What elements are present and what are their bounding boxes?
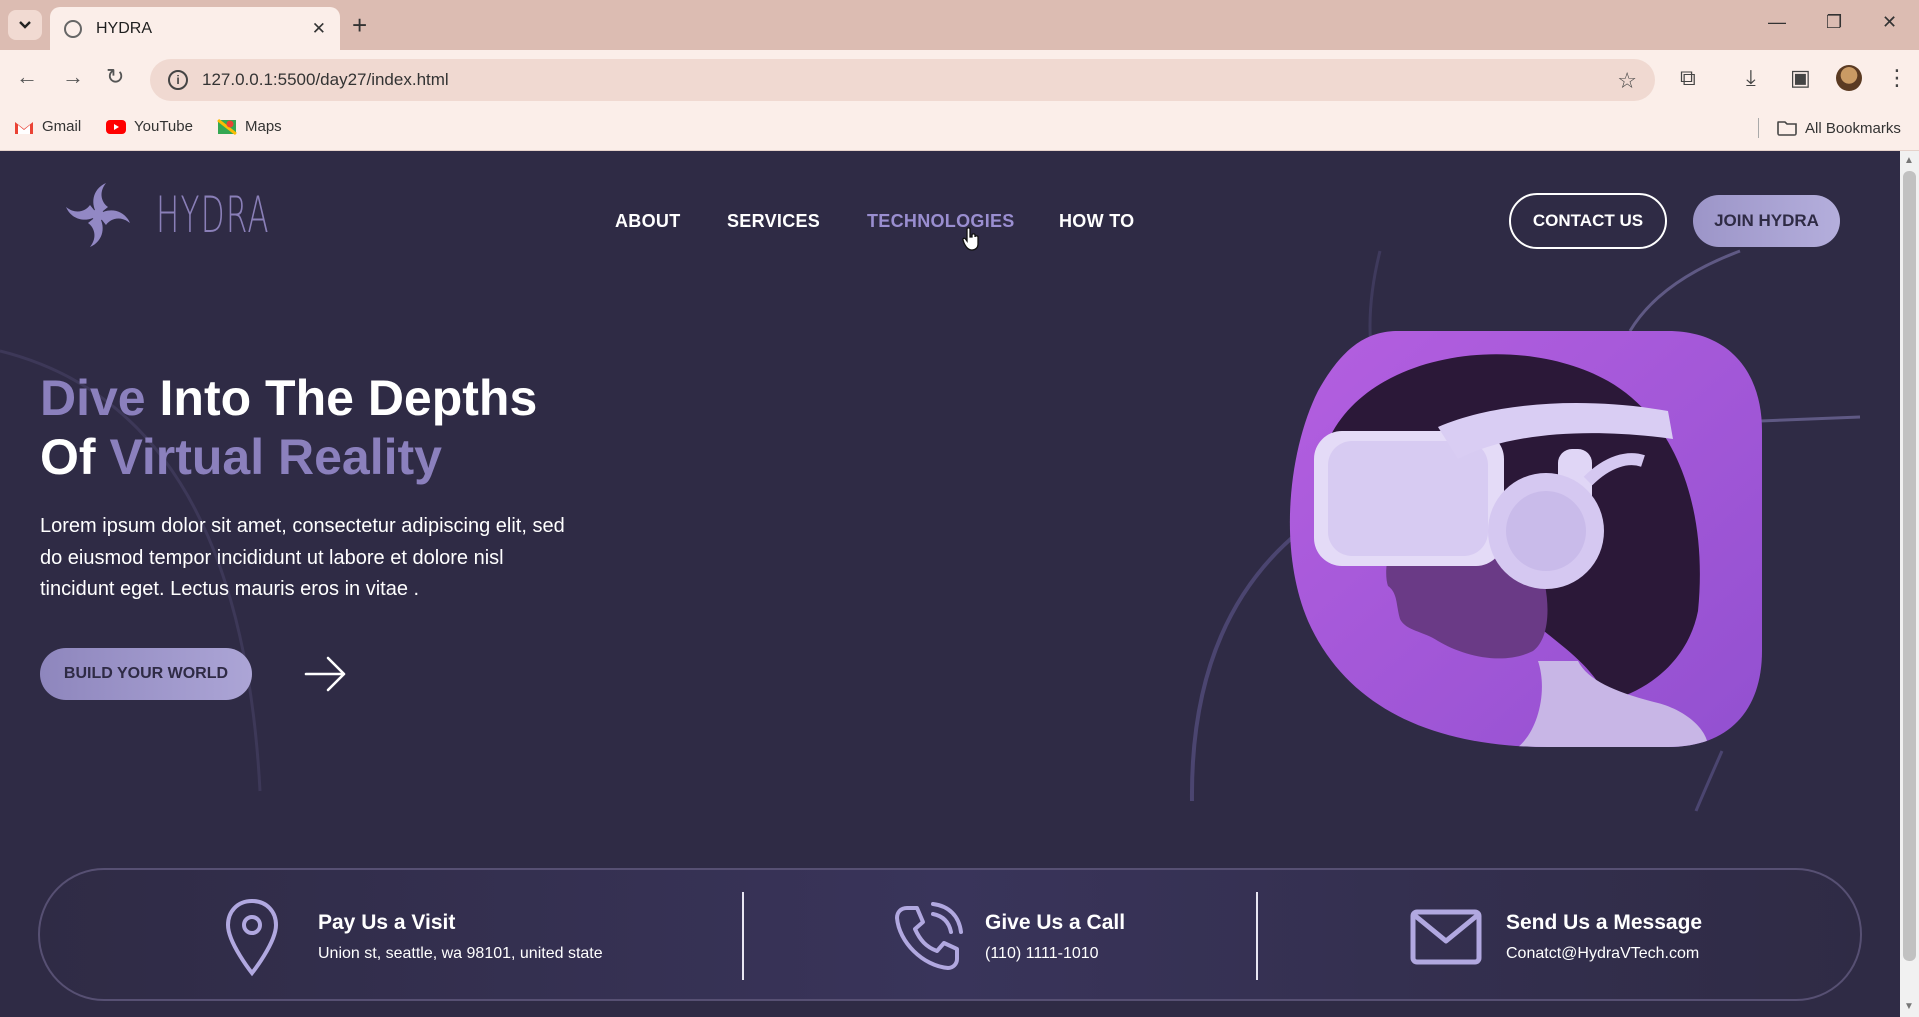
visit-title: Pay Us a Visit: [318, 910, 456, 934]
contact-us-button[interactable]: CONTACT US: [1509, 193, 1667, 249]
side-panel-icon[interactable]: ▣: [1790, 65, 1811, 91]
bookmark-youtube[interactable]: YouTube: [106, 118, 193, 135]
restore-icon[interactable]: ❐: [1826, 12, 1842, 33]
youtube-icon: [106, 119, 126, 134]
bookmark-label: Gmail: [42, 118, 82, 135]
profile-avatar[interactable]: [1836, 65, 1862, 91]
address-bar[interactable]: i 127.0.0.1:5500/day27/index.html ☆: [150, 59, 1655, 101]
site-info-icon[interactable]: i: [168, 70, 188, 90]
maps-icon: [217, 118, 237, 135]
page-scrollbar[interactable]: ▲ ▼: [1900, 151, 1919, 1017]
call-number[interactable]: (110) 1111-1010: [985, 945, 1125, 963]
tab-search-button[interactable]: [8, 10, 42, 40]
back-icon[interactable]: ←: [16, 64, 38, 90]
logo-text: HYDRA: [156, 186, 270, 244]
contact-divider: [742, 892, 744, 980]
phone-icon: [895, 901, 963, 970]
message-title: Send Us a Message: [1506, 910, 1703, 934]
hydra-logo-icon: [66, 183, 130, 247]
close-window-icon[interactable]: ✕: [1882, 12, 1897, 33]
page-viewport: HYDRA ABOUT SERVICES TECHNOLOGIES HOW TO…: [0, 151, 1900, 1017]
bookmark-gmail[interactable]: Gmail: [14, 118, 81, 135]
vr-headset-image: [1289, 331, 1762, 747]
hero-title-part: Of: [40, 429, 110, 485]
minimize-icon[interactable]: —: [1768, 12, 1786, 33]
nav-technologies[interactable]: TECHNOLOGIES: [867, 211, 1015, 232]
contact-info-bar: Pay Us a Visit Union st, seattle, wa 981…: [38, 868, 1862, 1001]
hero-title-accent: Dive: [40, 370, 146, 426]
bookmarks-divider: [1758, 118, 1759, 138]
call-info: Give Us a Call (110) 1111-1010: [893, 870, 1125, 1003]
all-bookmarks[interactable]: All Bookmarks: [1758, 118, 1901, 138]
chevron-down-icon: [19, 21, 31, 29]
arrow-right-icon[interactable]: [304, 655, 348, 693]
bookmark-maps[interactable]: Maps: [217, 118, 282, 135]
map-pin-icon: [225, 898, 279, 976]
new-tab-button[interactable]: +: [352, 10, 367, 40]
hero-description: Lorem ipsum dolor sit amet, consectetur …: [40, 515, 565, 600]
message-email[interactable]: Conatct@HydraVTech.com: [1506, 945, 1702, 963]
gmail-icon: [15, 121, 33, 134]
hydra-logo[interactable]: HYDRA: [62, 179, 340, 251]
browser-toolbar: ← → ↻ i 127.0.0.1:5500/day27/index.html …: [0, 50, 1919, 108]
join-hydra-button[interactable]: JOIN HYDRA: [1693, 195, 1840, 247]
hand-cursor-icon: [962, 227, 979, 251]
browser-tab[interactable]: HYDRA ✕: [50, 7, 340, 50]
browser-tab-bar: HYDRA ✕ + — ❐ ✕: [0, 0, 1919, 50]
call-title: Give Us a Call: [985, 910, 1126, 934]
scrollbar-thumb[interactable]: [1903, 171, 1916, 961]
download-icon[interactable]: ⤓: [1746, 65, 1756, 91]
hero-title: Dive Into The Depths Of Virtual Reality: [40, 369, 537, 487]
envelope-icon: [1410, 909, 1482, 964]
message-info: Send Us a Message Conatct@HydraVTech.com: [1410, 870, 1702, 1003]
tab-title: HYDRA: [96, 19, 153, 37]
visit-address: Union st, seattle, wa 98101, united stat…: [318, 944, 603, 962]
build-your-world-button[interactable]: BUILD YOUR WORLD: [40, 648, 252, 700]
url-text: 127.0.0.1:5500/day27/index.html: [202, 70, 449, 89]
menu-icon[interactable]: ⋮: [1886, 65, 1908, 91]
hero-title-accent: Virtual Reality: [109, 429, 442, 485]
bookmark-star-icon[interactable]: ☆: [1617, 68, 1637, 94]
all-bookmarks-label: All Bookmarks: [1805, 119, 1901, 137]
reload-icon[interactable]: ↻: [106, 64, 124, 90]
globe-icon: [64, 19, 82, 38]
close-tab-icon[interactable]: ✕: [312, 19, 326, 39]
bookmark-label: YouTube: [134, 118, 193, 135]
hero-title-part: Into The Depths: [145, 370, 538, 426]
forward-icon[interactable]: →: [62, 64, 84, 90]
visit-info: Pay Us a Visit Union st, seattle, wa 981…: [224, 870, 603, 1003]
scroll-down-icon[interactable]: ▼: [1904, 1001, 1914, 1012]
contact-divider: [1256, 892, 1258, 980]
folder-icon: [1777, 121, 1797, 136]
nav-about[interactable]: ABOUT: [615, 211, 681, 232]
nav-how-to[interactable]: HOW TO: [1059, 211, 1134, 232]
bookmarks-bar: Gmail YouTube Maps All Bookmarks: [0, 108, 1919, 151]
bookmark-label: Maps: [245, 118, 282, 135]
extensions-icon[interactable]: ⧉: [1680, 65, 1696, 91]
scroll-up-icon[interactable]: ▲: [1904, 155, 1914, 166]
nav-services[interactable]: SERVICES: [727, 211, 820, 232]
